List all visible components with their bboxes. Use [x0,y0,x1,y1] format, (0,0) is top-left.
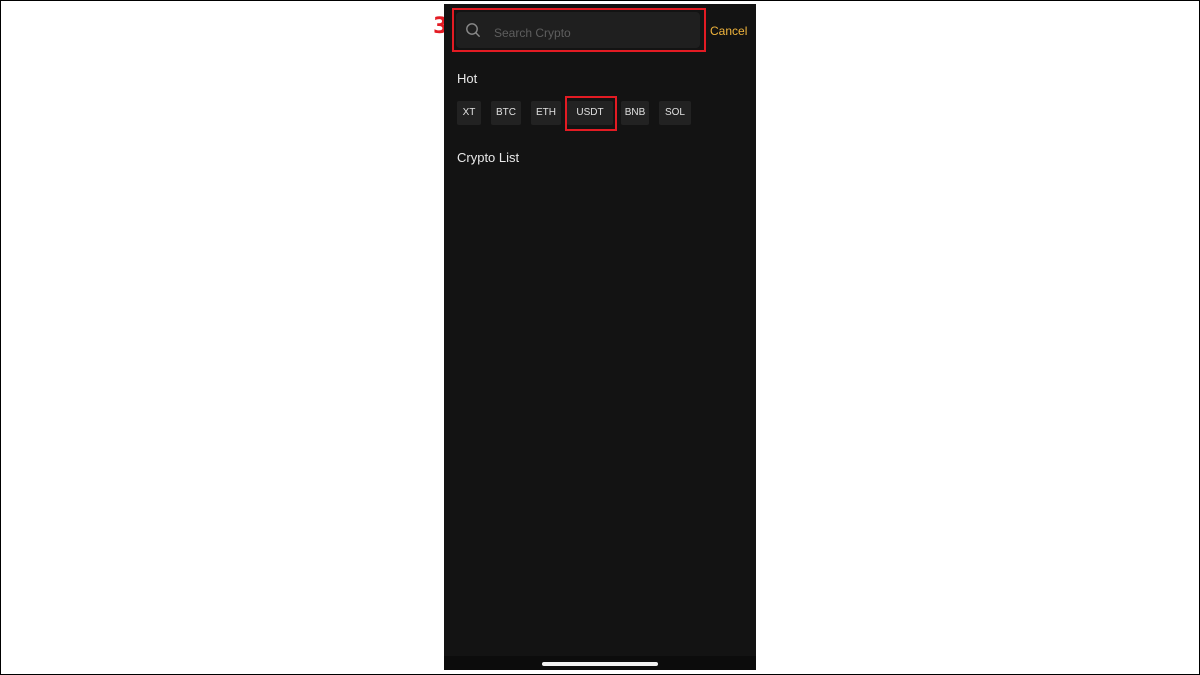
hot-chip-btc[interactable]: BTC [491,101,521,125]
cancel-button[interactable]: Cancel [710,24,747,38]
search-highlight-box [452,8,706,52]
hot-section-title: Hot [457,71,478,86]
crypto-list-title: Crypto List [457,150,520,165]
hot-chip-sol[interactable]: SOL [659,101,691,125]
hot-chip-bnb[interactable]: BNB [621,101,649,125]
hot-chip-eth[interactable]: ETH [531,101,561,125]
home-indicator[interactable] [542,662,658,666]
usdt-highlight-box [565,96,617,131]
hot-chip-xt[interactable]: XT [457,101,481,125]
